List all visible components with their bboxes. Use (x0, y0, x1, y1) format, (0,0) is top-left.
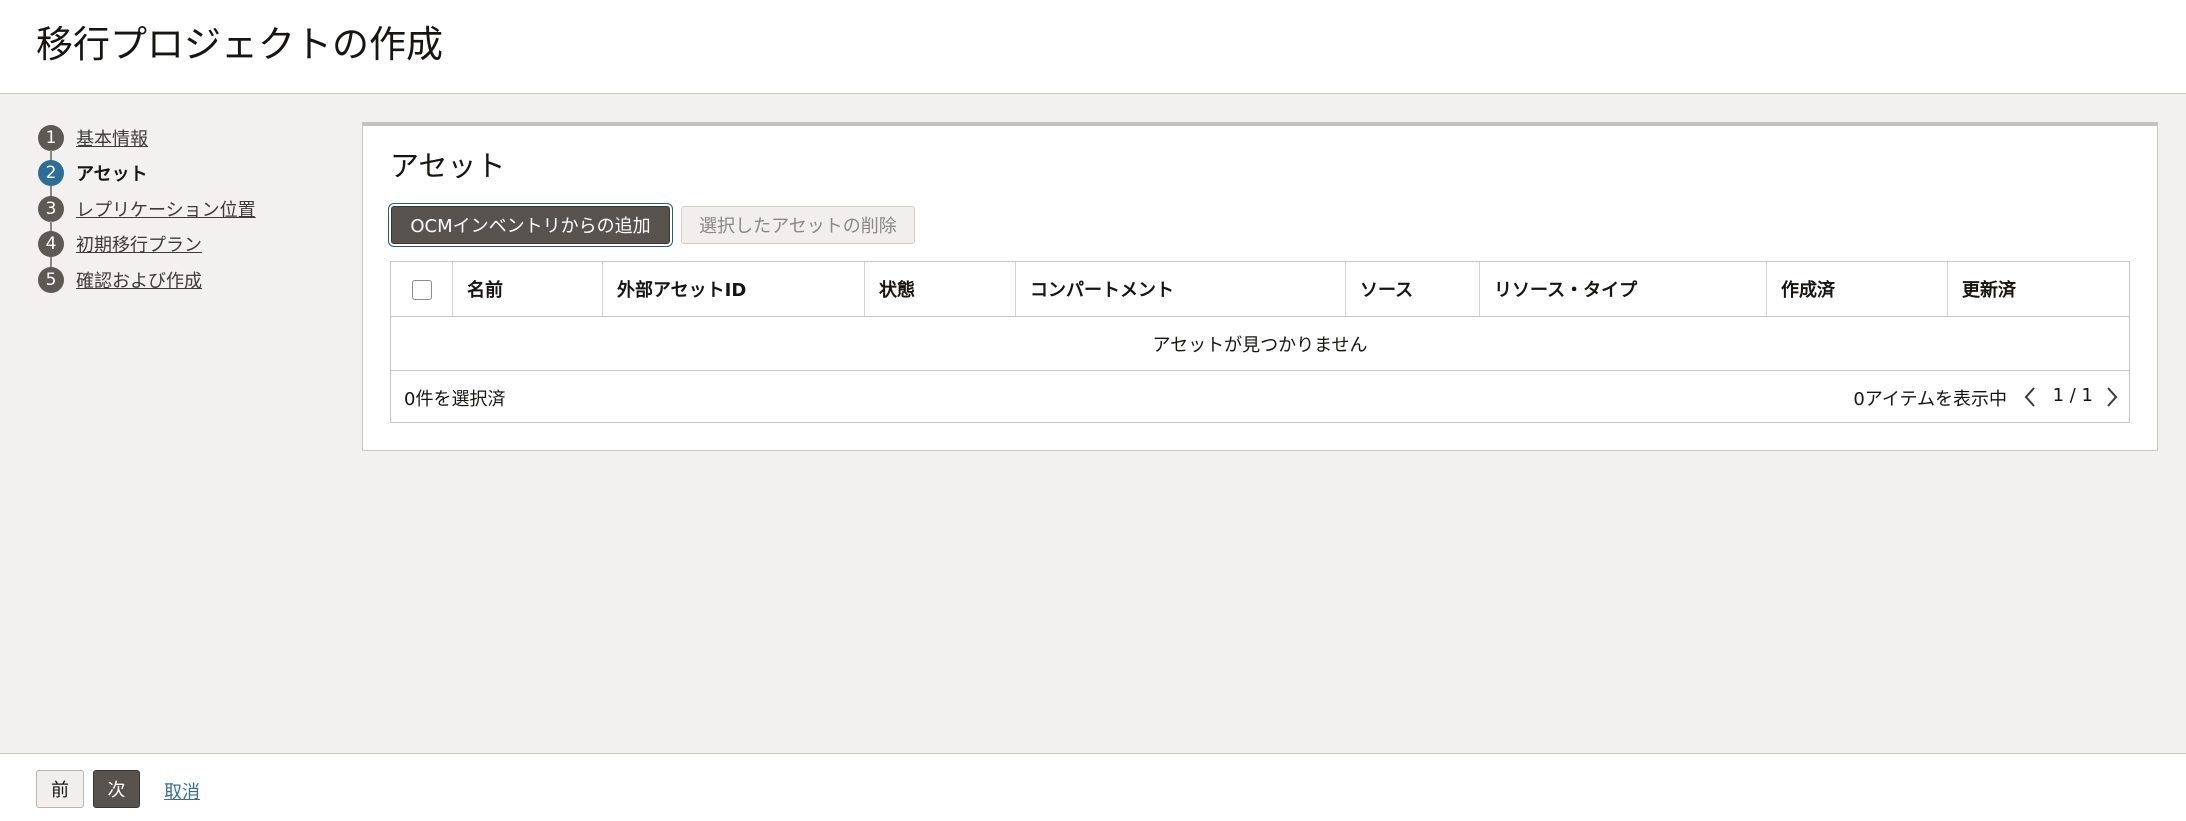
assets-table: 名前 外部アセットID 状態 コンパートメント ソース リソース・タイプ 作成済… (390, 261, 2130, 423)
chevron-left-icon[interactable] (2023, 385, 2037, 409)
step-label[interactable]: 基本情報 (76, 125, 148, 151)
page-title: 移行プロジェクトの作成 (36, 23, 443, 66)
next-button[interactable]: 次 (93, 770, 140, 808)
select-all-cell (391, 262, 452, 316)
step-label[interactable]: 確認および作成 (76, 267, 202, 293)
page-header: 移行プロジェクトの作成 (0, 0, 2186, 94)
section-title: アセット (390, 149, 506, 183)
table-header: 名前 外部アセットID 状態 コンパートメント ソース リソース・タイプ 作成済… (391, 262, 2129, 317)
select-all-checkbox[interactable] (411, 280, 432, 300)
selected-count: 0件を選択済 (404, 389, 506, 410)
step-number: 2 (38, 160, 64, 187)
step-replication-location[interactable]: 3 レプリケーション位置 (38, 191, 256, 232)
wizard-footer: 前 次 取消 (0, 753, 2186, 821)
step-label[interactable]: 初期移行プラン (76, 231, 202, 257)
step-number: 5 (38, 266, 64, 293)
empty-message: アセットが見つかりません (391, 317, 2129, 371)
step-label: アセット (76, 164, 148, 186)
column-header-compartment[interactable]: コンパートメント (1015, 262, 1345, 316)
column-header-name[interactable]: 名前 (452, 262, 602, 316)
step-initial-migration-plan[interactable]: 4 初期移行プラン (38, 227, 256, 268)
step-number: 3 (38, 195, 64, 222)
step-basic-info[interactable]: 1 基本情報 (38, 120, 256, 161)
column-header-external-asset-id[interactable]: 外部アセットID (602, 262, 864, 316)
column-header-created[interactable]: 作成済 (1766, 262, 1947, 316)
step-label[interactable]: レプリケーション位置 (76, 196, 256, 222)
add-from-ocm-inventory-button[interactable]: OCMインベントリからの追加 (391, 206, 670, 244)
chevron-right-icon[interactable] (2105, 385, 2119, 409)
step-number: 1 (38, 124, 64, 151)
items-shown-count: 0アイテムを表示中 (1853, 389, 2007, 410)
column-header-source[interactable]: ソース (1345, 262, 1479, 316)
previous-button[interactable]: 前 (36, 770, 84, 808)
table-footer: 0件を選択済 0アイテムを表示中 1 / 1 (391, 371, 2129, 423)
delete-selected-assets-button[interactable]: 選択したアセットの削除 (681, 206, 915, 244)
column-header-resource-type[interactable]: リソース・タイプ (1479, 262, 1766, 316)
wizard-steps: 1 基本情報 2 アセット 3 レプリケーション位置 4 初期移行プラン 5 確… (38, 120, 256, 298)
page-indicator: 1 / 1 (2052, 385, 2093, 406)
column-header-updated[interactable]: 更新済 (1947, 262, 2129, 316)
step-number: 4 (38, 231, 64, 258)
step-assets: 2 アセット (38, 156, 256, 197)
cancel-link[interactable]: 取消 (164, 778, 200, 804)
column-header-state[interactable]: 状態 (864, 262, 1015, 316)
step-review-and-create[interactable]: 5 確認および作成 (38, 262, 256, 298)
assets-card: アセット OCMインベントリからの追加 選択したアセットの削除 名前 外部アセッ… (362, 122, 2158, 451)
